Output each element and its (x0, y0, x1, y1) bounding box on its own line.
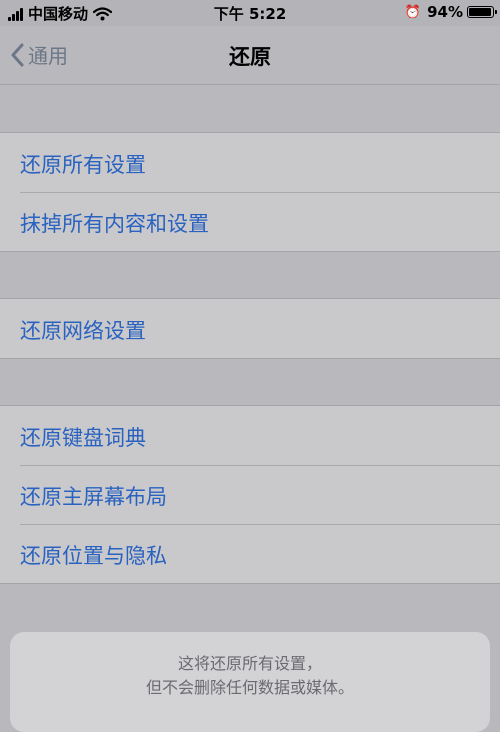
reset-group-3: 还原键盘词典 还原主屏幕布局 还原位置与隐私 (0, 405, 500, 584)
battery-fill (469, 8, 491, 16)
alert-message-line-2: 但不会删除任何数据或媒体。 (145, 678, 354, 697)
alert-message-line-1: 这将还原所有设置， (177, 654, 322, 673)
alarm-icon: ⏰ (404, 4, 422, 20)
navigation-bar: 通用 还原 (0, 26, 500, 85)
action-sheet: 这将还原所有设置， 但不会删除任何数据或媒体。 (10, 632, 490, 732)
status-bar: 中国移动 下午 5:22 ⏰ 94% (0, 0, 500, 26)
row-label: 还原位置与隐私 (20, 544, 167, 568)
erase-all-content-row[interactable]: 抹掉所有内容和设置 (0, 192, 500, 251)
reset-group-1: 还原所有设置 抹掉所有内容和设置 (0, 132, 500, 252)
row-label: 抹掉所有内容和设置 (20, 212, 209, 236)
row-label: 还原键盘词典 (20, 426, 146, 450)
battery-percent: 94% (427, 3, 463, 21)
status-right: ⏰ 94% (404, 3, 497, 21)
reset-home-screen-layout-row[interactable]: 还原主屏幕布局 (0, 465, 500, 524)
row-label: 还原所有设置 (20, 153, 146, 177)
row-label: 还原网络设置 (20, 319, 146, 343)
reset-location-privacy-row[interactable]: 还原位置与隐私 (0, 524, 500, 583)
row-label: 还原主屏幕布局 (20, 485, 167, 509)
reset-group-2: 还原网络设置 (0, 298, 500, 359)
battery-icon (467, 6, 497, 18)
page-title: 还原 (229, 45, 271, 69)
reset-all-settings-row[interactable]: 还原所有设置 (0, 133, 500, 192)
reset-keyboard-dictionary-row[interactable]: 还原键盘词典 (0, 406, 500, 465)
reset-network-settings-row[interactable]: 还原网络设置 (0, 299, 500, 358)
action-sheet-message: 这将还原所有设置， 但不会删除任何数据或媒体。 (10, 652, 490, 700)
